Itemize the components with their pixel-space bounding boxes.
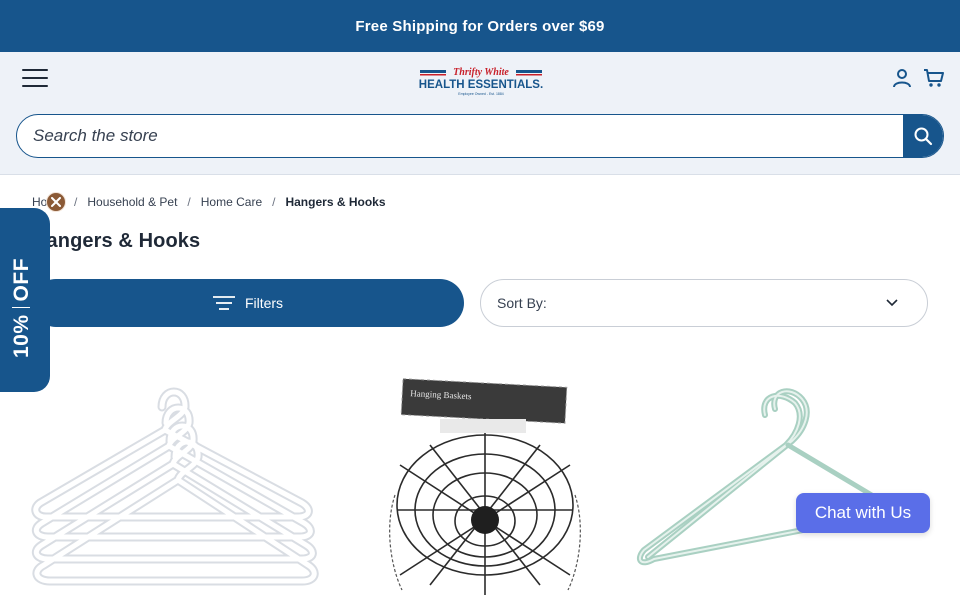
product-grid: Hanging Baskets (0, 345, 960, 600)
svg-text:Employee Owned - Est. 1884: Employee Owned - Est. 1884 (458, 92, 504, 96)
breadcrumb-household-pet[interactable]: Household & Pet (87, 195, 177, 209)
menu-icon[interactable] (22, 69, 48, 89)
sort-select[interactable]: Sort By: (480, 279, 928, 327)
product-image: Hanging Baskets (389, 378, 581, 595)
promo-banner: Free Shipping for Orders over $69 (0, 0, 960, 52)
cart-icon[interactable] (923, 68, 945, 88)
filters-button[interactable]: Filters (32, 279, 464, 327)
product-card-hanging-baskets[interactable]: Hanging Baskets (340, 345, 630, 600)
site-header: Thrifty White HEALTH ESSENTIALS. Employe… (0, 52, 960, 175)
product-card-white-hangers[interactable] (30, 345, 320, 600)
search-bar (16, 114, 944, 158)
product-card-green-wire-hangers[interactable] (630, 345, 920, 600)
page-title: Hangers & Hooks (32, 230, 201, 252)
search-icon (914, 127, 933, 146)
breadcrumb-separator: / (187, 195, 191, 209)
filter-icon (212, 296, 235, 310)
filters-label: Filters (244, 295, 284, 311)
product-image (636, 388, 892, 566)
discount-percent: 10% (10, 314, 33, 358)
breadcrumb-separator: / (74, 195, 78, 209)
svg-text:HEALTH ESSENTIALS.: HEALTH ESSENTIALS. (419, 79, 543, 91)
search-input[interactable] (17, 115, 905, 157)
account-icon[interactable] (892, 68, 912, 88)
chat-button[interactable]: Chat with Us (796, 493, 930, 533)
search-button[interactable] (903, 115, 943, 157)
close-icon[interactable] (46, 192, 66, 212)
discount-popup-tab[interactable]: 10% OFF (0, 208, 50, 392)
site-logo[interactable]: Thrifty White HEALTH ESSENTIALS. Employe… (418, 65, 546, 97)
product-image (31, 387, 319, 586)
discount-tab-text: 10% OFF (10, 258, 34, 358)
promo-text: Free Shipping for Orders over $69 (355, 17, 605, 35)
discount-off: OFF (10, 257, 33, 302)
breadcrumb-current: Hangers & Hooks (285, 195, 386, 209)
breadcrumb: Home / Household & Pet / Home Care / Han… (32, 195, 386, 209)
chat-label: Chat with Us (814, 503, 912, 522)
sort-label: Sort By: (497, 295, 547, 311)
breadcrumb-home-care[interactable]: Home Care (201, 195, 262, 209)
svg-text:Thrifty White: Thrifty White (453, 67, 509, 78)
breadcrumb-separator: / (272, 195, 276, 209)
chevron-down-icon (886, 299, 898, 307)
